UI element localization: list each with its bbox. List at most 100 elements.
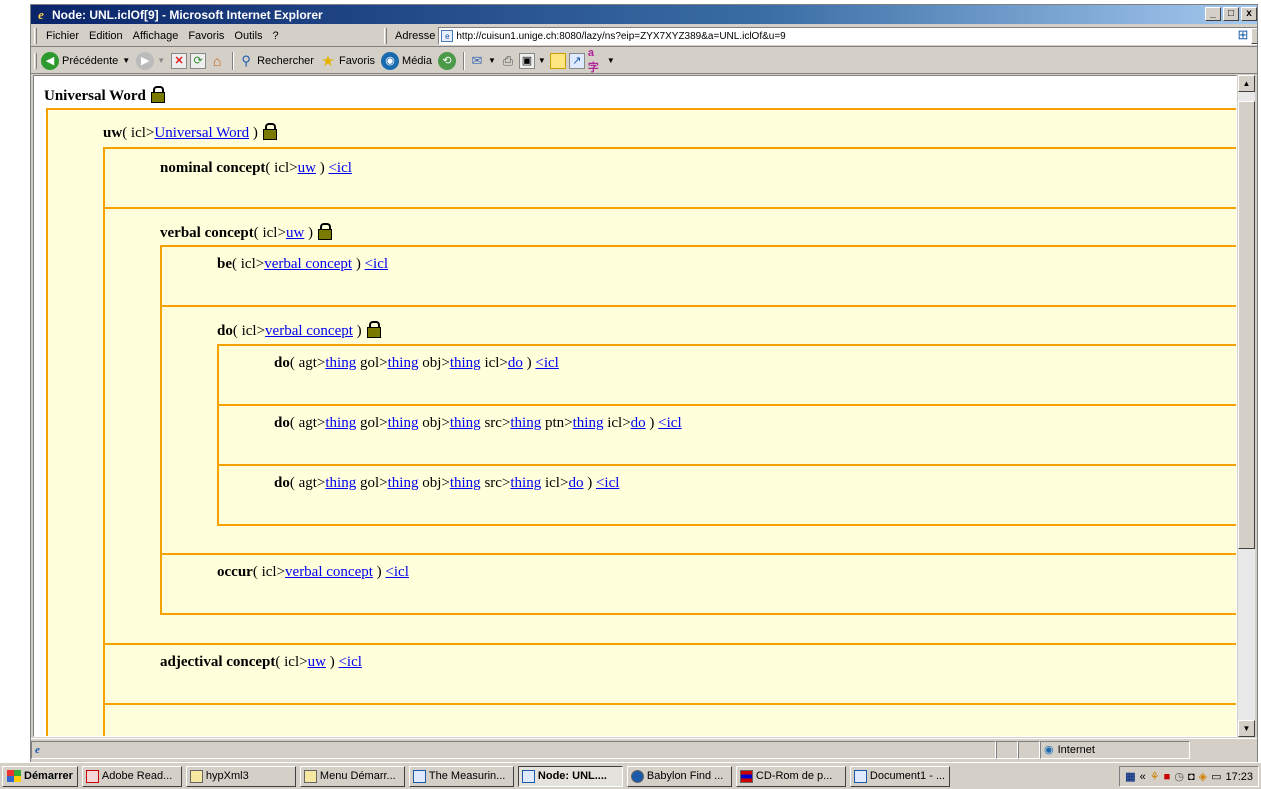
node-name: do	[274, 415, 290, 431]
menu-outils[interactable]: Outils	[229, 30, 267, 42]
link-universal-word[interactable]: Universal Word	[154, 125, 249, 141]
toolbar-grip[interactable]	[34, 27, 37, 44]
task-hypxml3[interactable]: hypXml3	[185, 765, 296, 787]
tray-camera-icon[interactable]: ◘	[1188, 771, 1195, 783]
menu-affichage[interactable]: Affichage	[128, 30, 184, 42]
link-thing[interactable]: thing	[450, 415, 481, 431]
translate-dropdown-icon[interactable]: ▼	[607, 56, 615, 65]
link-uw[interactable]: uw	[286, 225, 304, 241]
node-name: do	[217, 323, 233, 339]
lock-icon[interactable]	[366, 321, 381, 338]
mail-dropdown-icon[interactable]: ▼	[488, 56, 496, 65]
scroll-down-icon[interactable]: ▼	[1238, 720, 1255, 737]
back-button[interactable]: ◀ Précédente ▼	[41, 51, 130, 70]
tray-language-icon[interactable]: ■	[1164, 771, 1171, 783]
forward-dropdown-icon[interactable]: ▼	[157, 56, 165, 65]
lock-icon[interactable]	[150, 86, 165, 103]
link-do[interactable]: do	[631, 415, 646, 431]
address-input[interactable]: e http://cuisun1.unige.ch:8080/lazy/ns?e…	[438, 27, 1257, 45]
translate-icon[interactable]: a字	[588, 47, 604, 74]
edit-dropdown-icon[interactable]: ▼	[538, 56, 546, 65]
minimize-button[interactable]: _	[1205, 7, 1221, 21]
favorites-label: Favoris	[338, 54, 376, 67]
link-icl-back[interactable]: <icl	[535, 355, 558, 371]
status-bar: e ◉ Internet	[31, 738, 1257, 760]
task-cd-rom[interactable]: CD-Rom de p...	[735, 765, 846, 787]
refresh-icon[interactable]: ⟳	[190, 52, 207, 69]
favorites-button[interactable]: ★ Favoris	[320, 53, 376, 70]
lock-icon[interactable]	[262, 123, 277, 140]
link-thing[interactable]: thing	[325, 475, 356, 491]
link-do[interactable]: do	[568, 475, 583, 491]
link-thing[interactable]: thing	[325, 355, 356, 371]
link-verbal-concept[interactable]: verbal concept	[285, 564, 373, 580]
word-icon	[853, 769, 867, 783]
link-thing[interactable]: thing	[388, 475, 419, 491]
link-icl-back[interactable]: <icl	[365, 256, 388, 272]
taskbar: Démarrer Adobe Read... hypXml3 Menu Déma…	[0, 762, 1261, 789]
link-thing[interactable]: thing	[388, 355, 419, 371]
scroll-thumb[interactable]	[1238, 101, 1255, 549]
link-uw[interactable]: uw	[308, 654, 326, 670]
link-thing[interactable]: thing	[388, 415, 419, 431]
menu-edition[interactable]: Edition	[84, 30, 128, 42]
task-adobe-reader[interactable]: Adobe Read...	[81, 765, 182, 787]
tray-security-icon[interactable]: ◈	[1199, 770, 1207, 783]
link-icl-back[interactable]: <icl	[385, 564, 408, 580]
link-uw[interactable]: uw	[298, 160, 316, 176]
link-icl-back[interactable]: <icl	[338, 654, 361, 670]
address-grip[interactable]	[384, 28, 387, 44]
task-menu-demarrer[interactable]: Menu Démarr...	[299, 765, 405, 787]
stop-icon[interactable]: ✕	[171, 52, 188, 69]
clock: 17:23	[1225, 770, 1253, 783]
link-do[interactable]: do	[508, 355, 523, 371]
zone-cell: ◉ Internet	[1040, 740, 1190, 759]
close-button[interactable]: x	[1241, 7, 1257, 21]
address-url: http://cuisun1.unige.ch:8080/lazy/ns?eip…	[456, 30, 786, 42]
task-babylon[interactable]: Babylon Find ...	[626, 765, 732, 787]
media-button[interactable]: ◉ Média	[381, 51, 432, 70]
discuss-icon[interactable]	[549, 52, 566, 69]
tray-clock-icon[interactable]: ◷	[1174, 770, 1184, 783]
menu-fichier[interactable]: Fichier	[41, 30, 84, 42]
tray-display-icon[interactable]: ▭	[1211, 770, 1221, 783]
vertical-scrollbar[interactable]: ▲ ▼	[1237, 75, 1255, 737]
start-button[interactable]: Démarrer	[2, 765, 78, 787]
search-button[interactable]: ⚲ Rechercher	[238, 53, 314, 69]
adjectival-node: adjectival concept( icl>uw ) <icl	[160, 654, 362, 670]
link-thing[interactable]: thing	[325, 415, 356, 431]
task-document1[interactable]: Document1 - ...	[849, 765, 950, 787]
link-icl-back[interactable]: <icl	[658, 415, 681, 431]
task-node-unl[interactable]: Node: UNL....	[517, 765, 623, 787]
link-verbal-concept[interactable]: verbal concept	[265, 323, 353, 339]
link-verbal-concept[interactable]: verbal concept	[264, 256, 352, 272]
print-icon[interactable]: ⎙	[500, 53, 516, 69]
messenger-icon[interactable]: ↗	[568, 52, 585, 69]
home-icon[interactable]: ⌂	[209, 53, 225, 69]
app-icon	[739, 769, 753, 783]
edit-icon[interactable]: ▣	[518, 52, 535, 69]
toolbar-grip-2[interactable]	[34, 52, 37, 69]
back-dropdown-icon[interactable]: ▼	[122, 56, 130, 65]
task-the-measuring[interactable]: The Measurin...	[408, 765, 514, 787]
history-icon[interactable]: ⟲	[438, 51, 456, 70]
tray-app-icon[interactable]: ▦	[1125, 770, 1135, 783]
tray-network-icon[interactable]: ⚘	[1150, 770, 1160, 783]
do-node: do( icl>verbal concept )	[217, 321, 381, 340]
link-thing[interactable]: thing	[510, 415, 541, 431]
mail-icon[interactable]: ✉	[469, 53, 485, 69]
maximize-button[interactable]: □	[1223, 7, 1239, 21]
link-thing[interactable]: thing	[510, 475, 541, 491]
scroll-up-icon[interactable]: ▲	[1238, 75, 1255, 92]
forward-button[interactable]: ▶ ▼	[136, 51, 165, 70]
tray-expand-icon[interactable]: «	[1140, 771, 1146, 783]
link-thing[interactable]: thing	[450, 475, 481, 491]
link-thing[interactable]: thing	[573, 415, 604, 431]
link-thing[interactable]: thing	[450, 355, 481, 371]
link-icl-back[interactable]: <icl	[328, 160, 351, 176]
lock-icon[interactable]	[318, 223, 333, 240]
link-icl-back[interactable]: <icl	[596, 475, 619, 491]
menu-favoris[interactable]: Favoris	[183, 30, 229, 42]
menu-help[interactable]: ?	[268, 30, 284, 42]
adjectival-box: adjectival concept( icl>uw ) <icl	[103, 643, 1236, 705]
